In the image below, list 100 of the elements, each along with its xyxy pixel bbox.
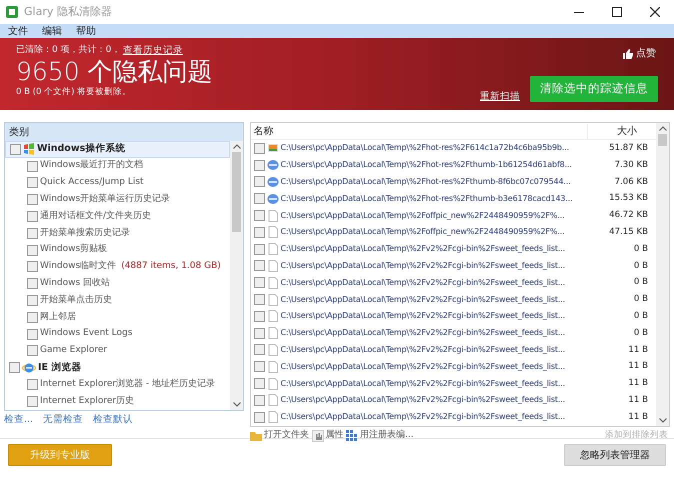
- checkbox[interactable]: [27, 379, 38, 390]
- category-item[interactable]: Windows开始菜单运行历史记录: [5, 191, 230, 208]
- checkbox[interactable]: [254, 176, 264, 188]
- checkbox[interactable]: [254, 210, 264, 222]
- checkbox[interactable]: [254, 361, 264, 372]
- category-item[interactable]: Windows临时文件 (4887 items, 1.08 GB): [5, 258, 230, 276]
- checkbox[interactable]: [254, 310, 264, 322]
- category-item[interactable]: 通用对话框文件/文件夹历史: [5, 208, 230, 225]
- checkbox[interactable]: [254, 344, 264, 356]
- checkbox[interactable]: [27, 160, 38, 172]
- like-button[interactable]: 点赞: [623, 46, 656, 61]
- menu-item[interactable]: 编辑: [42, 24, 62, 38]
- checkbox[interactable]: [27, 312, 38, 323]
- check-link[interactable]: 无需检查: [43, 413, 84, 428]
- file-row[interactable]: C:\Users\pc\AppData\Local\Temp\%2Foffpic_new%2F2448490959%2F%... 47.15 KB: [251, 224, 656, 241]
- file-path: C:\Users\pc\AppData\Local\Temp\%2Fv2%2Fcgi-bin%2Fsweet_feeds_list...: [280, 378, 566, 390]
- menu-item[interactable]: 帮助: [76, 24, 96, 38]
- category-item[interactable]: 开始菜单搜索历史记录: [5, 224, 230, 242]
- file-path: C:\Users\pc\AppData\Local\Temp\%2Fv2%2Fcgi-bin%2Fsweet_feeds_list...: [280, 243, 566, 256]
- checkbox[interactable]: [27, 345, 38, 356]
- file-row[interactable]: C:\Users\pc\AppData\Local\Temp\%2Fv2%2Fcgi-bin%2Fsweet_feeds_list... 11 B: [251, 342, 656, 358]
- checkbox[interactable]: [27, 228, 38, 239]
- category-group[interactable]: Windows操作系统: [5, 141, 230, 158]
- scroll-down-icon: [658, 418, 666, 423]
- file-path: C:\Users\pc\AppData\Local\Temp\%2Fv2%2Fcgi-bin%2Fsweet_feeds_list...: [280, 394, 566, 406]
- file-size: 51.87 KB: [608, 142, 649, 155]
- category-item[interactable]: 开始菜单点击历史: [5, 292, 230, 309]
- checkbox[interactable]: [27, 211, 38, 222]
- menu-item[interactable]: 文件: [8, 24, 28, 38]
- checkbox[interactable]: [254, 294, 264, 306]
- category-item[interactable]: Quick Access/Jump List: [5, 174, 230, 192]
- checkbox[interactable]: [27, 278, 38, 290]
- file-size: 7.30 KB: [614, 158, 649, 172]
- category-item[interactable]: Windows剪贴板: [5, 242, 230, 259]
- file-row[interactable]: C:\Users\pc\AppData\Local\Temp\%2Fv2%2Fcgi-bin%2Fsweet_feeds_list... 0 B: [251, 291, 656, 308]
- checkbox[interactable]: [10, 144, 21, 155]
- checkbox[interactable]: [27, 295, 38, 306]
- check-link[interactable]: 检查默认: [93, 413, 134, 428]
- checkbox[interactable]: [27, 177, 38, 188]
- checkbox[interactable]: [254, 142, 264, 154]
- checkbox[interactable]: [254, 412, 264, 423]
- checkbox[interactable]: [254, 260, 264, 272]
- checkbox[interactable]: [254, 226, 264, 238]
- file-path: C:\Users\pc\AppData\Local\Temp\%2Fv2%2Fcgi-bin%2Fsweet_feeds_list...: [280, 310, 566, 322]
- toolbar-button[interactable]: 属性: [312, 429, 344, 443]
- file-row[interactable]: C:\Users\pc\AppData\Local\Temp\%2Foffpic_new%2F2448490959%2F%... 46.72 KB: [251, 207, 656, 224]
- file-row[interactable]: C:\Users\pc\AppData\Local\Temp\%2Fv2%2Fcgi-bin%2Fsweet_feeds_list... 11 B: [251, 358, 656, 376]
- category-item[interactable]: Internet Explorer历史: [5, 392, 230, 410]
- rescan-link[interactable]: 重新扫描: [480, 90, 520, 104]
- file-row[interactable]: C:\Users\pc\AppData\Local\Temp\%2Fv2%2Fcgi-bin%2Fsweet_feeds_list... 0 B: [251, 308, 656, 325]
- check-link[interactable]: 检查...: [4, 413, 34, 428]
- category-item[interactable]: Windows Event Logs: [5, 326, 230, 343]
- file-size: 0 B: [632, 310, 649, 323]
- checkbox[interactable]: [254, 378, 264, 390]
- category-item[interactable]: Internet Explorer浏览器 - 地址栏历史记录: [5, 376, 230, 393]
- blank-file-icon: [266, 294, 278, 306]
- file-row[interactable]: C:\Users\pc\AppData\Local\Temp\%2Fv2%2Fcgi-bin%2Fsweet_feeds_list... 0 B: [251, 258, 656, 274]
- scrollbar-thumb[interactable]: [658, 134, 667, 146]
- file-size: 7.06 KB: [614, 176, 649, 188]
- category-item[interactable]: Game Explorer: [5, 342, 230, 360]
- folder-icon: [250, 430, 262, 442]
- file-row[interactable]: C:\Users\pc\AppData\Local\Temp\%2Fhot-res%2F614c1a72b4c6ba95b9b... 51.87 KB: [251, 140, 656, 157]
- checkbox[interactable]: [254, 277, 264, 288]
- checkbox[interactable]: [254, 328, 264, 339]
- file-size: 0 B: [632, 326, 649, 340]
- category-item[interactable]: Windows 回收站: [5, 275, 230, 292]
- checkbox[interactable]: [254, 394, 264, 406]
- subline: 0 B (0 个文件) 将要被删除。: [16, 86, 132, 98]
- checkbox[interactable]: [27, 328, 38, 340]
- app-icon: [6, 6, 18, 18]
- file-row[interactable]: C:\Users\pc\AppData\Local\Temp\%2Fv2%2Fcgi-bin%2Fsweet_feeds_list... 0 B: [251, 324, 656, 342]
- file-row[interactable]: C:\Users\pc\AppData\Local\Temp\%2Fhot-res%2Fthumb-b3e6178cacd143... 15.53 KB: [251, 190, 656, 208]
- file-size: 15.53 KB: [608, 192, 649, 206]
- category-item[interactable]: 网上邻居: [5, 308, 230, 326]
- toolbar-button[interactable]: 用注册表编...: [346, 429, 414, 443]
- checkbox[interactable]: [27, 261, 38, 272]
- checkbox[interactable]: [254, 160, 264, 171]
- scrollbar[interactable]: [230, 141, 243, 410]
- blank-file-icon: [266, 344, 278, 356]
- checkbox[interactable]: [27, 244, 38, 256]
- history-link[interactable]: 查看历史记录: [122, 44, 183, 58]
- ie-logo-icon: [22, 362, 36, 374]
- file-row[interactable]: C:\Users\pc\AppData\Local\Temp\%2Fv2%2Fcgi-bin%2Fsweet_feeds_list... 11 B: [251, 392, 656, 409]
- checkbox[interactable]: [27, 194, 38, 206]
- checkbox[interactable]: [27, 396, 38, 407]
- file-row[interactable]: C:\Users\pc\AppData\Local\Temp\%2Fhot-res%2Fthumb-8f6bc07c079544... 7.06 KB: [251, 174, 656, 190]
- ignore-list-button[interactable]: 忽略列表管理器: [564, 444, 666, 466]
- file-row[interactable]: C:\Users\pc\AppData\Local\Temp\%2Fhot-res%2Fthumb-1b61254d61abf8... 7.30 KB: [251, 156, 656, 174]
- toolbar-button[interactable]: 打开文件夹: [250, 429, 309, 443]
- category-item[interactable]: Windows最近打开的文档: [5, 158, 230, 175]
- scrollbar-thumb[interactable]: [232, 152, 241, 232]
- checkbox[interactable]: [9, 362, 20, 374]
- checkbox[interactable]: [254, 193, 264, 204]
- scrollbar[interactable]: [656, 123, 669, 426]
- category-group[interactable]: IE 浏览器: [5, 359, 230, 376]
- file-row[interactable]: C:\Users\pc\AppData\Local\Temp\%2Fv2%2Fcgi-bin%2Fsweet_feeds_list... 0 B: [251, 240, 656, 258]
- checkbox[interactable]: [254, 244, 264, 255]
- file-row[interactable]: C:\Users\pc\AppData\Local\Temp\%2Fv2%2Fcgi-bin%2Fsweet_feeds_list... 11 B: [251, 375, 656, 392]
- file-row[interactable]: C:\Users\pc\AppData\Local\Temp\%2Fv2%2Fcgi-bin%2Fsweet_feeds_list... 11 B: [251, 408, 656, 426]
- file-row[interactable]: C:\Users\pc\AppData\Local\Temp\%2Fv2%2Fcgi-bin%2Fsweet_feeds_list... 0 B: [251, 274, 656, 292]
